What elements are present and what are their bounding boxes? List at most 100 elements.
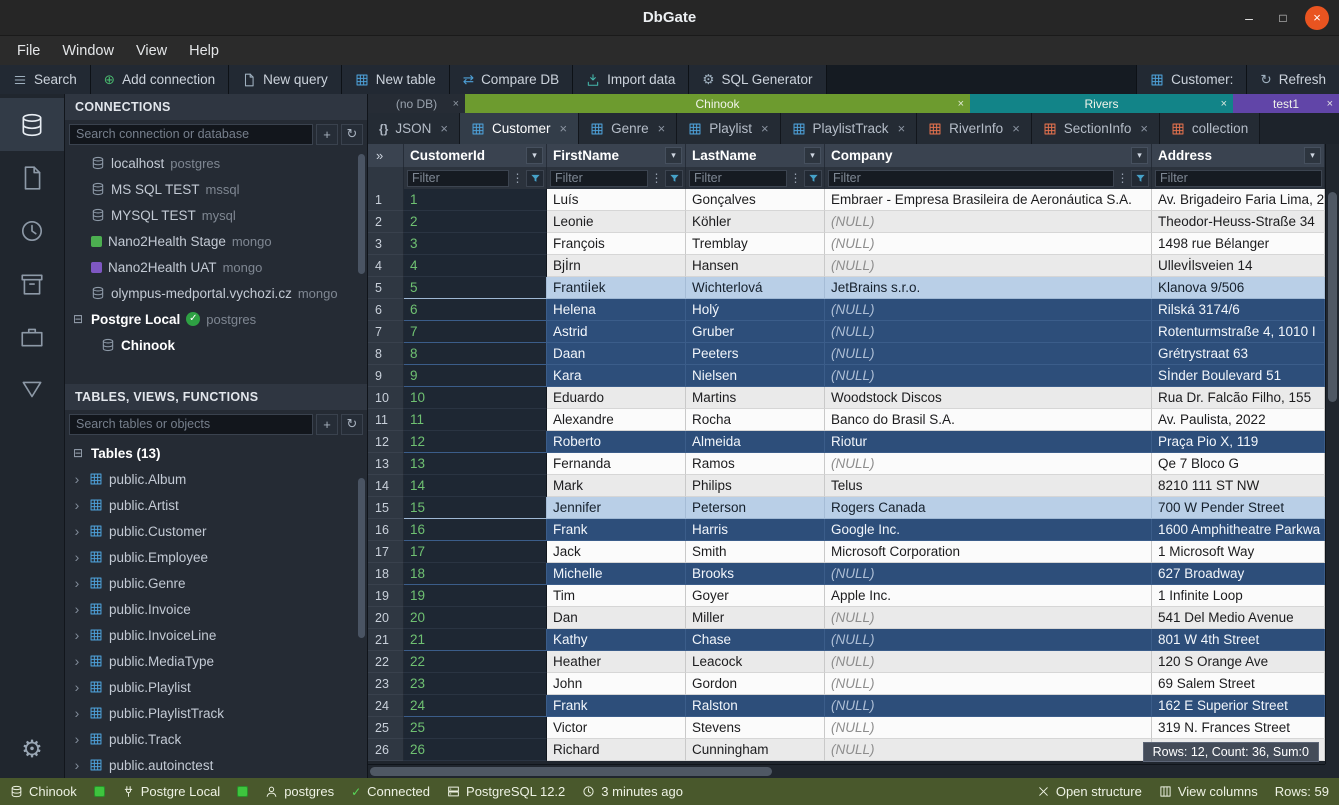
sidebar-icon-archive[interactable]	[0, 257, 64, 310]
minimize-button[interactable]: –	[1237, 6, 1261, 30]
tab-playlist[interactable]: Playlist×	[677, 113, 780, 144]
chevron-right-icon[interactable]: ›	[71, 680, 83, 694]
grid-cell-company[interactable]: (NULL)	[825, 343, 1152, 365]
collapse-icon[interactable]: ⊟	[71, 312, 85, 326]
grid-cell-firstname[interactable]: Roberto	[547, 431, 686, 453]
row-number[interactable]: 1	[368, 189, 404, 211]
grid-cell-customerid[interactable]: 25	[404, 717, 547, 739]
grid-cell-customerid[interactable]: 19	[404, 585, 547, 607]
grid-cell-lastname[interactable]: Nielsen	[686, 365, 825, 387]
column-sort-button[interactable]: ▾	[804, 147, 821, 164]
grid-cell-firstname[interactable]: Jennifer	[547, 497, 686, 519]
grid-cell-address[interactable]: 120 S Orange Ave	[1152, 651, 1325, 673]
grid-cell-customerid[interactable]: 1	[404, 189, 547, 211]
grid-cell-lastname[interactable]: Brooks	[686, 563, 825, 585]
table-item-public-artist[interactable]: ›public.Artist	[65, 492, 367, 518]
grid-cell-firstname[interactable]: Frank	[547, 695, 686, 717]
table-item-public-track[interactable]: ›public.Track	[65, 726, 367, 752]
grid-cell-address[interactable]: 1 Microsoft Way	[1152, 541, 1325, 563]
grid-cell-lastname[interactable]: Martins	[686, 387, 825, 409]
toolbar-button-search[interactable]: Search	[0, 65, 91, 94]
filter-input-firstname[interactable]	[550, 170, 648, 187]
toolbar-button-add-connection[interactable]: ⊕Add connection	[91, 65, 229, 94]
connection-item-localhost[interactable]: localhostpostgres	[65, 150, 367, 176]
column-header-customerid[interactable]: CustomerId▾	[404, 144, 547, 167]
grid-cell-address[interactable]: 1600 Amphitheatre Parkwa	[1152, 519, 1325, 541]
row-number[interactable]: 23	[368, 673, 404, 695]
grid-cell-customerid[interactable]: 9	[404, 365, 547, 387]
grid-cell-customerid[interactable]: 26	[404, 739, 547, 761]
tab-close-icon[interactable]: ×	[761, 121, 769, 136]
chevron-right-icon[interactable]: ›	[71, 628, 83, 642]
filter-menu-icon[interactable]: ⋮	[1116, 172, 1129, 184]
horizontal-scrollbar[interactable]	[368, 764, 1325, 778]
column-header-address[interactable]: Address▾	[1152, 144, 1325, 167]
tab-group-close-icon[interactable]: ×	[453, 98, 459, 110]
grid-cell-address[interactable]: Av. Brigadeiro Faria Lima, 2	[1152, 189, 1325, 211]
grid-cell-customerid[interactable]: 20	[404, 607, 547, 629]
grid-cell-company[interactable]: (NULL)	[825, 717, 1152, 739]
tab-group-chinook[interactable]: Chinook×	[465, 94, 970, 113]
grid-cell-customerid[interactable]: 3	[404, 233, 547, 255]
grid-cell-company[interactable]: (NULL)	[825, 607, 1152, 629]
grid-cell-address[interactable]: Theodor-Heuss-Straße 34	[1152, 211, 1325, 233]
grid-cell-company[interactable]: Riotur	[825, 431, 1152, 453]
table-item-public-playlisttrack[interactable]: ›public.PlaylistTrack	[65, 700, 367, 726]
vertical-scrollbar[interactable]	[1325, 144, 1339, 764]
column-sort-button[interactable]: ▾	[526, 147, 543, 164]
grid-cell-company[interactable]: (NULL)	[825, 321, 1152, 343]
grid-cell-lastname[interactable]: Peterson	[686, 497, 825, 519]
grid-cell-customerid[interactable]: 10	[404, 387, 547, 409]
grid-cell-lastname[interactable]: Almeida	[686, 431, 825, 453]
tab-playlisttrack[interactable]: PlaylistTrack×	[781, 113, 918, 144]
table-item-public-playlist[interactable]: ›public.Playlist	[65, 674, 367, 700]
column-header-lastname[interactable]: LastName▾	[686, 144, 825, 167]
grid-cell-firstname[interactable]: Leonie	[547, 211, 686, 233]
grid-cell-lastname[interactable]: Stevens	[686, 717, 825, 739]
grid-cell-firstname[interactable]: Helena	[547, 299, 686, 321]
grid-cell-address[interactable]: 700 W Pender Street	[1152, 497, 1325, 519]
chevron-right-icon[interactable]: ›	[71, 524, 83, 538]
table-item-public-employee[interactable]: ›public.Employee	[65, 544, 367, 570]
row-number[interactable]: 9	[368, 365, 404, 387]
grid-cell-lastname[interactable]: Gruber	[686, 321, 825, 343]
menu-window[interactable]: Window	[51, 40, 125, 62]
tab-json[interactable]: {}JSON×	[368, 113, 460, 144]
grid-cell-address[interactable]: 541 Del Medio Avenue	[1152, 607, 1325, 629]
grid-cell-lastname[interactable]: Hansen	[686, 255, 825, 277]
scrollbar-thumb[interactable]	[358, 154, 365, 274]
row-number[interactable]: 18	[368, 563, 404, 585]
grid-cell-firstname[interactable]: Mark	[547, 475, 686, 497]
tab-group-close-icon[interactable]: ×	[1327, 98, 1333, 110]
grid-cell-firstname[interactable]: Dan	[547, 607, 686, 629]
tables-search-input[interactable]	[69, 414, 313, 435]
grid-cell-company[interactable]: Embraer - Empresa Brasileira de Aeronáut…	[825, 189, 1152, 211]
grid-menu-button[interactable]: »	[368, 144, 404, 167]
grid-cell-firstname[interactable]: Astrid	[547, 321, 686, 343]
filter-menu-icon[interactable]: ⋮	[789, 172, 802, 184]
grid-cell-customerid[interactable]: 22	[404, 651, 547, 673]
grid-cell-firstname[interactable]: John	[547, 673, 686, 695]
grid-cell-company[interactable]: (NULL)	[825, 629, 1152, 651]
grid-cell-lastname[interactable]: Tremblay	[686, 233, 825, 255]
grid-cell-firstname[interactable]: Michelle	[547, 563, 686, 585]
tab-close-icon[interactable]: ×	[658, 121, 666, 136]
grid-cell-address[interactable]: 1498 rue Bélanger	[1152, 233, 1325, 255]
grid-cell-company[interactable]: Telus	[825, 475, 1152, 497]
menu-help[interactable]: Help	[178, 40, 230, 62]
grid-cell-customerid[interactable]: 17	[404, 541, 547, 563]
column-sort-button[interactable]: ▾	[665, 147, 682, 164]
toolbar-button-refresh[interactable]: ↻Refresh	[1246, 65, 1339, 94]
toolbar-button-compare-db[interactable]: ⇄Compare DB	[450, 65, 573, 94]
grid-cell-customerid[interactable]: 7	[404, 321, 547, 343]
connection-item-olympus-medportal-vychozi-cz[interactable]: olympus-medportal.vychozi.czmongo	[65, 280, 367, 306]
sidebar-icon-plugins[interactable]	[0, 310, 64, 363]
tab-riverinfo[interactable]: RiverInfo×	[917, 113, 1032, 144]
grid-cell-lastname[interactable]: Chase	[686, 629, 825, 651]
refresh-connections-button[interactable]: ↻	[341, 124, 363, 145]
filter-input-customerid[interactable]	[407, 170, 509, 187]
grid-cell-firstname[interactable]: Jack	[547, 541, 686, 563]
refresh-tables-button[interactable]: ↻	[341, 414, 363, 435]
grid-cell-customerid[interactable]: 6	[404, 299, 547, 321]
grid-cell-company[interactable]: Banco do Brasil S.A.	[825, 409, 1152, 431]
